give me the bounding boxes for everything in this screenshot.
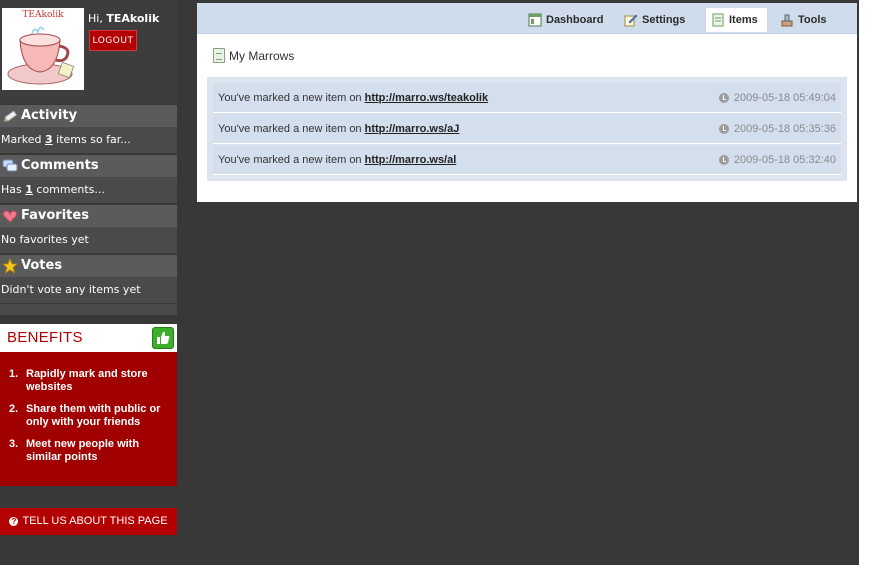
feedback-button[interactable]: ? TELL US ABOUT THIS PAGE (0, 508, 177, 535)
greeting: Hi, TEAkolik (88, 12, 159, 25)
activity-title: Activity (21, 108, 78, 123)
tab-tools-label: Tools (798, 14, 827, 26)
logout-button[interactable]: LOGOUT (89, 30, 137, 51)
benefits-list: 1. Rapidly mark and store websites 2. Shar… (8, 368, 170, 473)
comments-count[interactable]: 1 (25, 183, 33, 196)
votes-title: Votes (21, 258, 63, 273)
profile-panel: TEAkolik Hi, TEAkolik LOGOUT (0, 0, 177, 104)
list-item: You've marked a new item on http://marro… (213, 83, 841, 113)
item-description: You've marked a new item on (218, 154, 365, 166)
favorites-summary: No favorites yet (0, 227, 177, 253)
top-navigation: Dashboard Settings Items Tools (197, 3, 857, 34)
item-timestamp: 2009-05-18 05:35:36 (718, 123, 836, 135)
tab-dashboard-label: Dashboard (546, 14, 604, 26)
benefits-title: BENEFITS (7, 329, 83, 346)
votes-summary: Didn't vote any items yet (0, 277, 177, 303)
sidebar-divider (0, 304, 177, 315)
activity-count[interactable]: 3 (45, 133, 53, 146)
main-panel: Dashboard Settings Items Tools My Marrow… (197, 3, 857, 202)
heart-icon (2, 210, 18, 223)
greeting-prefix: Hi, (88, 12, 107, 25)
thumbs-up-icon (152, 327, 174, 349)
comments-header[interactable]: Comments (0, 155, 177, 177)
star-icon (2, 258, 18, 274)
timestamp-text: 2009-05-18 05:35:36 (733, 123, 836, 135)
item-timestamp: 2009-05-18 05:49:04 (718, 92, 836, 104)
benefits-header: BENEFITS (0, 324, 177, 352)
pencil-icon (4, 110, 17, 122)
avatar[interactable]: TEAkolik (2, 8, 84, 90)
item-timestamp: 2009-05-18 05:32:40 (718, 154, 836, 166)
section-title-text: My Marrows (229, 48, 295, 63)
favorites-title: Favorites (21, 208, 89, 223)
activity-text-before: Marked (1, 133, 45, 146)
clock-icon (718, 124, 729, 134)
item-link[interactable]: http://marro.ws/aJ (365, 123, 460, 135)
votes-header[interactable]: Votes (0, 255, 177, 277)
item-description: You've marked a new item on (218, 92, 365, 104)
teacup-icon (7, 26, 75, 85)
clock-icon (718, 155, 729, 165)
benefit-number: 1. (9, 368, 19, 380)
question-icon: ? (9, 517, 19, 526)
activity-text-after: items so far... (52, 133, 131, 146)
comments-section: Comments Has 1 comments... (0, 155, 177, 203)
activity-summary: Marked 3 items so far... (0, 127, 177, 153)
item-text: You've marked a new item on http://marro… (218, 92, 488, 104)
dashboard-icon (528, 13, 542, 27)
comments-text-before: Has (1, 183, 26, 196)
benefit-text: Meet new people with similar points (26, 438, 140, 463)
item-link[interactable]: http://marro.ws/teakolik (365, 92, 488, 104)
benefits-panel: BENEFITS 1. Rapidly mark and store websit… (0, 324, 177, 486)
benefit-number: 2. (9, 403, 19, 415)
favorites-header[interactable]: Favorites (0, 205, 177, 227)
tab-tools[interactable]: Tools (775, 8, 832, 32)
timestamp-text: 2009-05-18 05:32:40 (733, 154, 836, 166)
feedback-label: TELL US ABOUT THIS PAGE (22, 515, 168, 527)
tab-items-label: Items (729, 14, 758, 26)
benefit-text: Rapidly mark and store websites (26, 368, 148, 393)
comments-title: Comments (21, 158, 99, 173)
settings-icon (624, 14, 638, 27)
votes-section: Votes Didn't vote any items yet (0, 255, 177, 303)
activity-section: Activity Marked 3 items so far... (0, 105, 177, 153)
items-list: You've marked a new item on http://marro… (207, 77, 847, 181)
list-item: You've marked a new item on http://marro… (213, 114, 841, 144)
document-icon (213, 48, 225, 63)
tab-dashboard[interactable]: Dashboard (523, 8, 608, 32)
comments-summary: Has 1 comments... (0, 177, 177, 203)
items-icon (712, 13, 724, 27)
item-link[interactable]: http://marro.ws/al (365, 154, 457, 166)
benefit-number: 3. (9, 438, 19, 450)
item-text: You've marked a new item on http://marro… (218, 154, 456, 166)
activity-header[interactable]: Activity (0, 105, 177, 127)
benefit-item: 2. Share them with public or only with yo… (8, 403, 170, 429)
item-description: You've marked a new item on (218, 123, 365, 135)
username: TEAkolik (106, 12, 160, 25)
benefit-text: Share them with public or only with your… (26, 403, 161, 428)
section-title: My Marrows (213, 48, 294, 63)
item-text: You've marked a new item on http://marro… (218, 123, 459, 135)
timestamp-text: 2009-05-18 05:49:04 (733, 92, 836, 104)
benefit-item: 3. Meet new people with similar points (8, 438, 170, 464)
tools-icon (781, 14, 793, 27)
favorites-section: Favorites No favorites yet (0, 205, 177, 253)
list-item: You've marked a new item on http://marro… (213, 145, 841, 175)
benefit-item: 1. Rapidly mark and store websites (8, 368, 170, 394)
page-background: TEAkolik Hi, TEAkolik LOGOUT Activity Ma… (0, 0, 859, 565)
tab-settings-label: Settings (642, 14, 686, 26)
clock-icon (718, 93, 729, 103)
speech-bubble-icon (2, 159, 18, 172)
comments-text-after: comments... (32, 183, 105, 196)
tab-settings[interactable]: Settings (619, 8, 690, 32)
tab-items[interactable]: Items (706, 8, 767, 32)
